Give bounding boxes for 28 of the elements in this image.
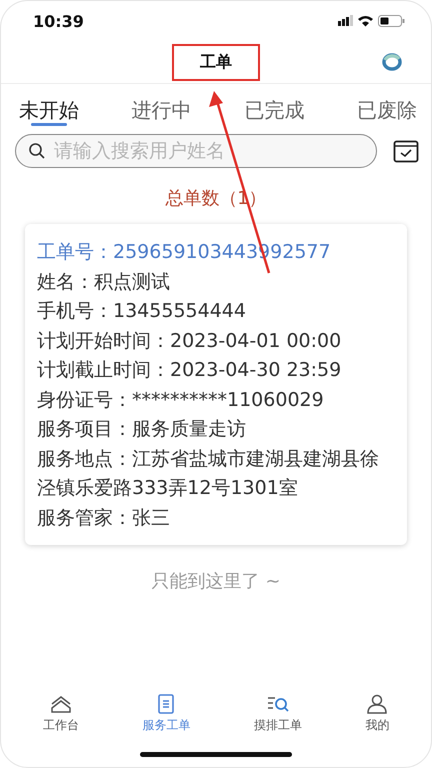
end-of-list-text: 只能到这里了 ~ bbox=[150, 570, 282, 593]
status-tab[interactable]: 已完成 bbox=[244, 84, 304, 130]
order-field: 计划截止时间：2023-04-30 23:59 bbox=[37, 356, 397, 386]
order-field: 身份证号：**********11060029 bbox=[37, 386, 397, 415]
calendar-check-icon[interactable] bbox=[393, 139, 419, 163]
ring-logo-icon bbox=[381, 52, 403, 72]
nav-tab[interactable]: 我的 bbox=[359, 694, 396, 734]
search-field[interactable]: 请输入搜索用户姓名 bbox=[15, 134, 377, 168]
order-field: 服务项目：服务质量走访 bbox=[37, 415, 397, 444]
order-field: 服务地点：江苏省盐城市建湖县建湖县徐泾镇乐爱路333弄12号1301室 bbox=[37, 444, 397, 504]
status-tab[interactable]: 已废除 bbox=[356, 84, 417, 130]
nav-tab[interactable]: 工作台 bbox=[36, 694, 85, 734]
page-title: 工单 bbox=[200, 52, 232, 70]
order-field: 计划开始时间：2023-04-01 00:00 bbox=[37, 326, 397, 356]
nav-tab[interactable]: 摸排工单 bbox=[248, 694, 308, 734]
order-field: 手机号：13455554444 bbox=[37, 297, 397, 326]
signal-icon bbox=[338, 15, 353, 27]
status-tab[interactable]: 未开始 bbox=[19, 84, 79, 130]
nav-tab[interactable]: 服务工单 bbox=[136, 694, 196, 734]
order-field: 姓名：积点测试 bbox=[37, 268, 397, 297]
status-tab[interactable]: 进行中 bbox=[132, 84, 192, 130]
home-icon bbox=[50, 694, 72, 714]
wifi-icon bbox=[358, 15, 373, 27]
status-time: 10:39 bbox=[33, 12, 84, 30]
search-icon bbox=[28, 142, 46, 160]
order-field: 服务管家：张三 bbox=[37, 504, 397, 533]
user-icon bbox=[366, 694, 388, 714]
battery-icon bbox=[378, 15, 405, 27]
